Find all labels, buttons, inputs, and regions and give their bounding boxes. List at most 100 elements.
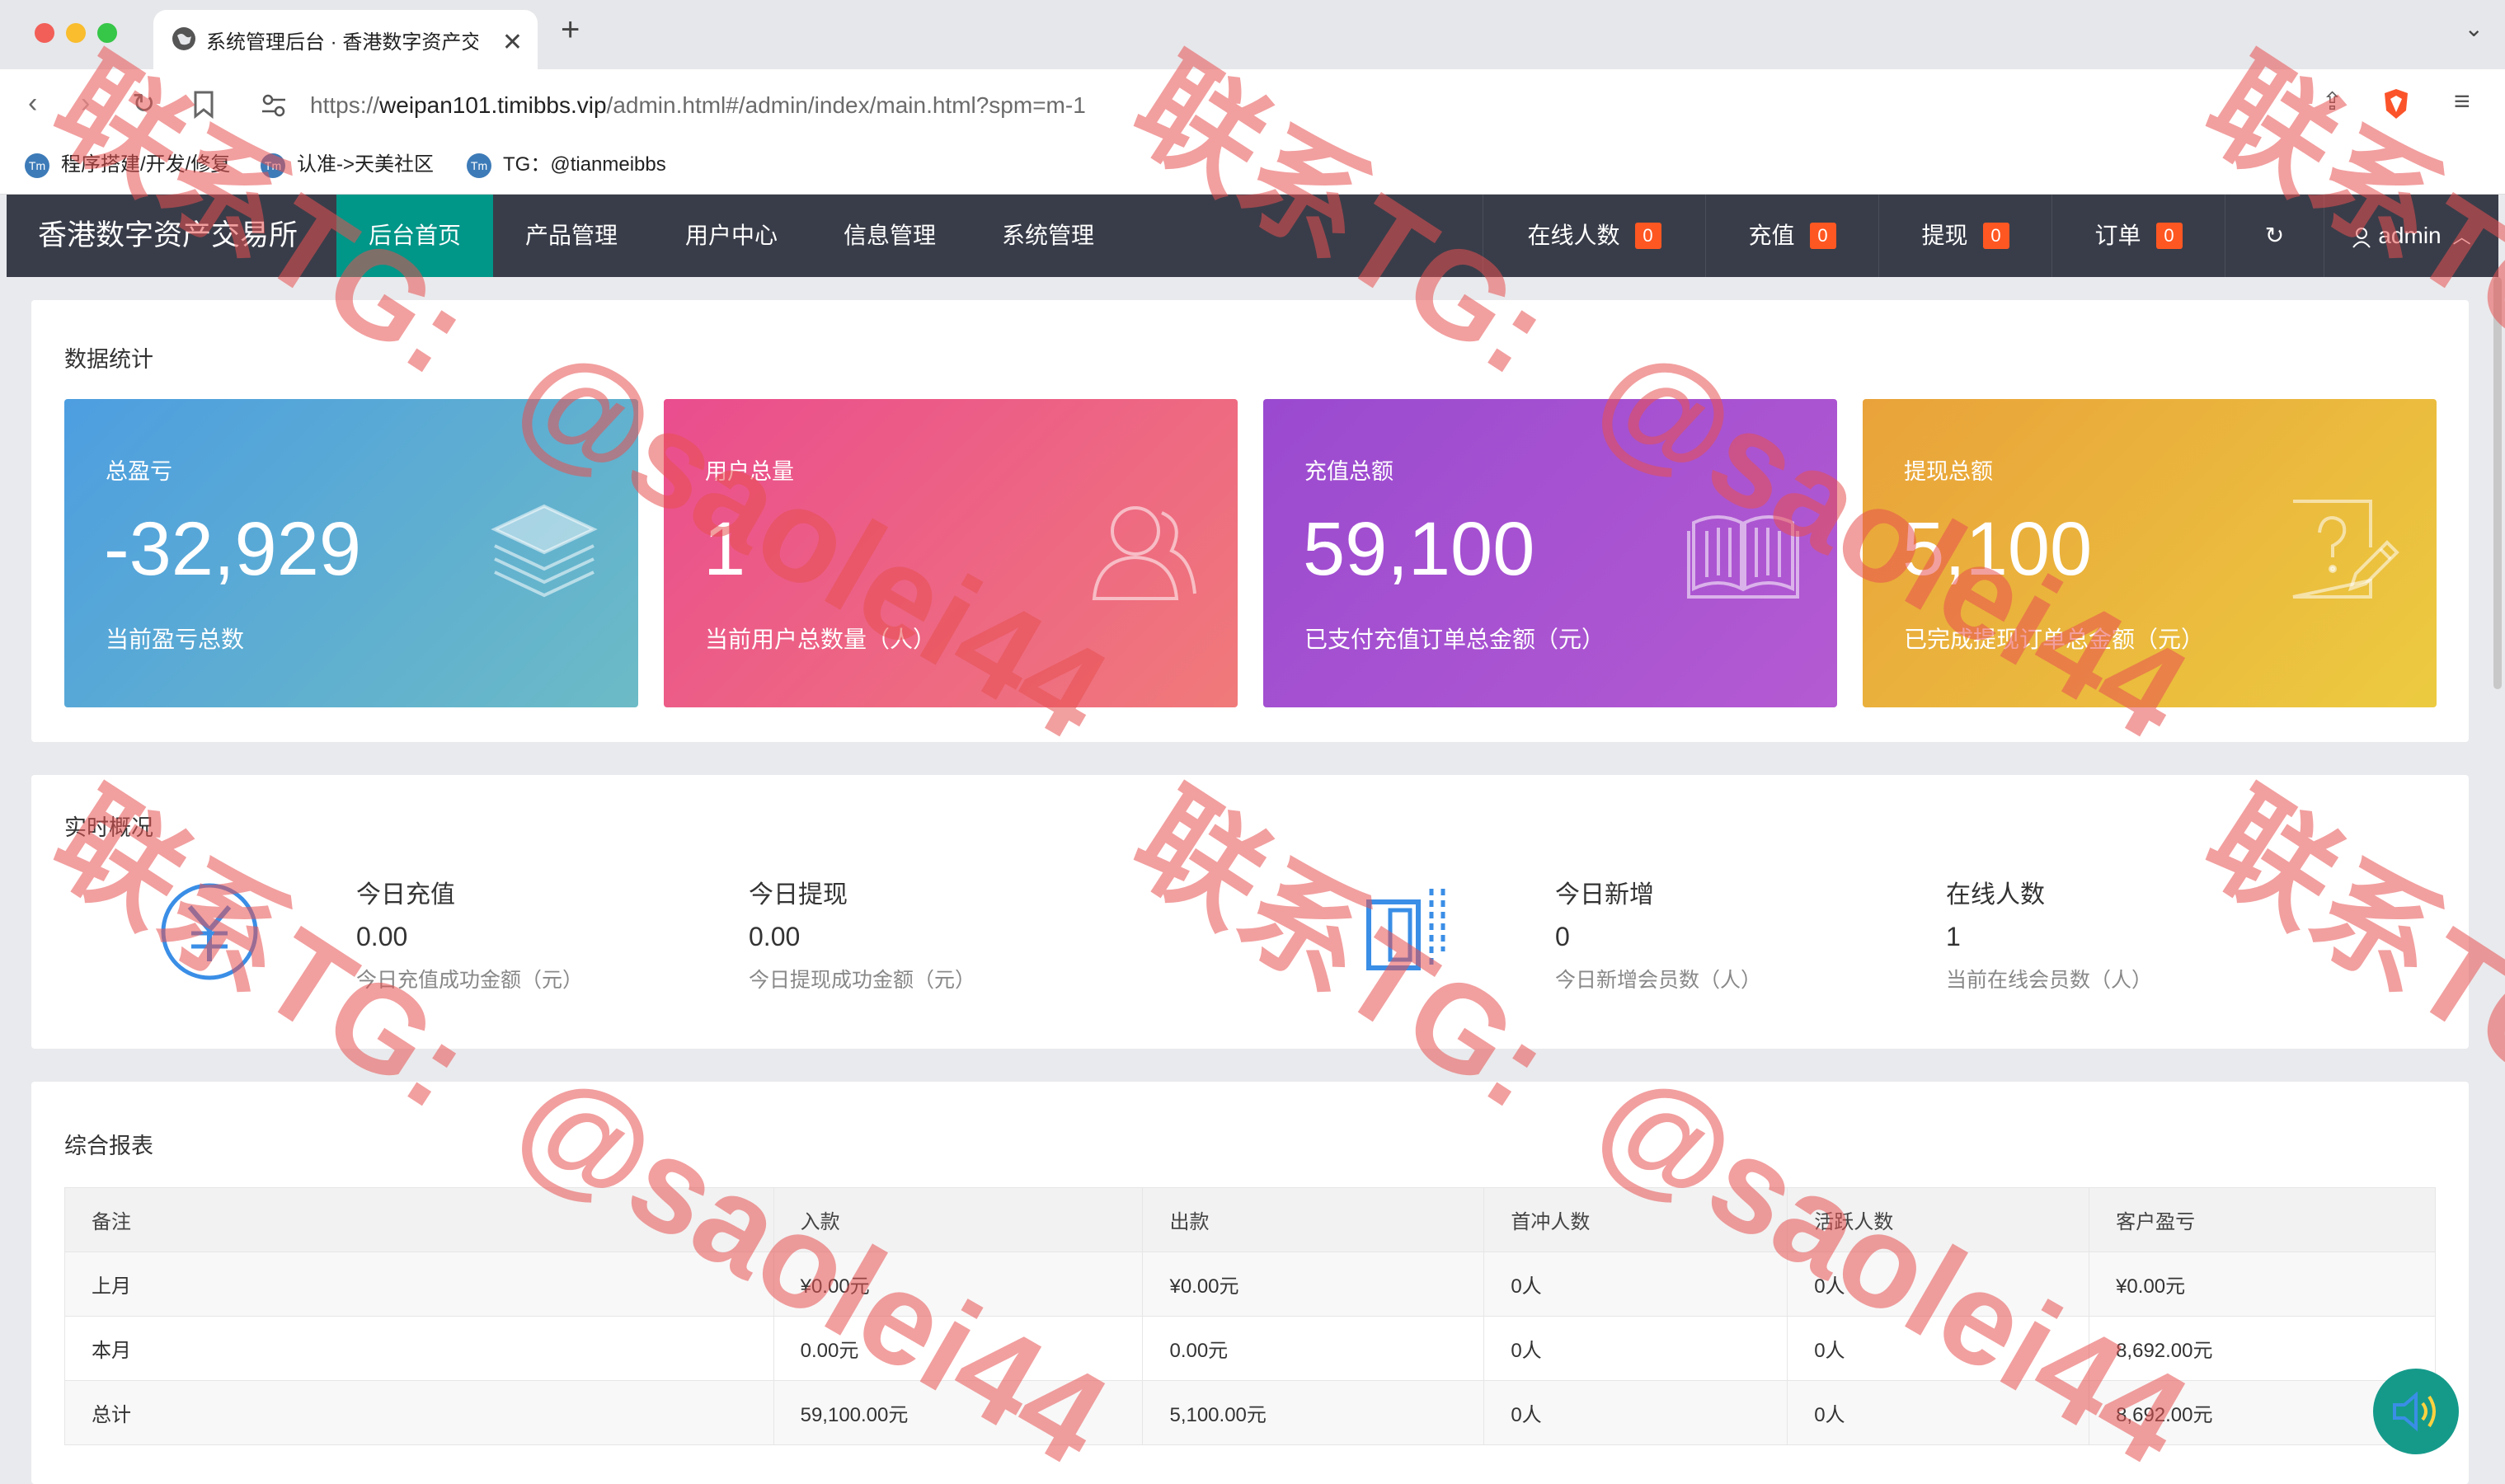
table-cell: 0.00元 — [1142, 1316, 1485, 1381]
bookmark-item[interactable]: Tm TG：@tianmeibbs — [467, 142, 666, 188]
table-cell: 0人 — [1483, 1316, 1788, 1381]
table-cell: 上月 — [64, 1252, 774, 1317]
realtime-label: 今日新增 — [1555, 881, 1654, 909]
app-logo[interactable]: 香港数字资产交易所 — [38, 195, 298, 277]
column-header: 入款 — [773, 1187, 1144, 1252]
online-badge: 0 — [1634, 222, 1661, 249]
users-card[interactable]: 用户总量 1 当前用户总数量（人） — [664, 399, 1238, 707]
book-icon — [1687, 515, 1799, 599]
nav-system[interactable]: 系统管理 — [970, 195, 1126, 277]
table-cell: 5,100.00元 — [1142, 1380, 1485, 1445]
realtime-value: 0.00 — [749, 922, 801, 951]
menu-icon[interactable]: ≡ — [2454, 86, 2470, 118]
bookmark-item[interactable]: Tm 程序搭建/开发/修复 — [25, 142, 230, 188]
column-header: 活跃人数 — [1787, 1187, 2090, 1252]
realtime-label: 今日提现 — [749, 881, 848, 909]
table-cell: 0人 — [1787, 1380, 2090, 1445]
bookmark-item[interactable]: Tm 认准->天美社区 — [261, 142, 434, 188]
realtime-value: 0 — [1555, 922, 1570, 951]
nav-users[interactable]: 用户中心 — [653, 195, 810, 277]
users-icon — [1092, 506, 1196, 600]
tab-close-icon[interactable]: ✕ — [502, 10, 523, 76]
column-header: 客户盈亏 — [2089, 1187, 2436, 1252]
nav-products[interactable]: 产品管理 — [493, 195, 650, 277]
realtime-desc: 今日提现成功金额（元） — [749, 969, 976, 992]
url-field[interactable]: https://weipan101.timibbs.vip/admin.html… — [247, 79, 2441, 132]
realtime-desc: 今日新增会员数（人） — [1555, 969, 1762, 992]
table-cell: ¥0.00元 — [2089, 1252, 2436, 1317]
report-title: 综合报表 — [64, 1134, 153, 1158]
tianmei-icon: Tm — [261, 153, 285, 178]
table-row: 本月 0.00元 0.00元 0人 0人 8,692.00元 — [64, 1316, 2436, 1381]
report-table: 备注 入款 出款 首冲人数 活跃人数 客户盈亏 上月 ¥0.00元 ¥0.00元… — [64, 1187, 2436, 1445]
card-subtitle: 当前盈亏总数 — [106, 627, 245, 652]
table-cell: 0人 — [1787, 1316, 2090, 1381]
card-title: 提现总额 — [1904, 459, 1993, 484]
profit-card[interactable]: 总盈亏 -32,929 当前盈亏总数 — [64, 399, 638, 707]
column-header: 备注 — [64, 1187, 774, 1252]
online-count-link[interactable]: 在线人数 0 — [1483, 195, 1705, 277]
stats-title: 数据统计 — [64, 347, 153, 372]
report-panel: 综合报表 备注 入款 出款 首冲人数 活跃人数 客户盈亏 上月 ¥0.00元 ¥… — [31, 1082, 2469, 1484]
table-cell: ¥0.00元 — [773, 1252, 1144, 1317]
realtime-label: 今日充值 — [356, 881, 455, 909]
table-cell: ¥0.00元 — [1142, 1252, 1485, 1317]
realtime-desc: 当前在线会员数（人） — [1946, 969, 2153, 992]
realtime-label: 在线人数 — [1946, 881, 2045, 909]
brave-shield-icon[interactable] — [2381, 87, 2411, 120]
withdraw-link[interactable]: 提现 0 — [1878, 195, 2051, 277]
window-zoom-button[interactable] — [97, 23, 117, 43]
member-card-icon — [1366, 889, 1445, 970]
table-cell: 总计 — [64, 1380, 774, 1445]
reload-icon[interactable]: ↻ — [132, 87, 156, 120]
table-cell: 8,692.00元 — [2089, 1316, 2436, 1381]
window-close-button[interactable] — [35, 23, 54, 43]
card-title: 充值总额 — [1304, 459, 1393, 484]
site-settings-icon[interactable] — [261, 92, 287, 119]
table-cell: 59,100.00元 — [773, 1380, 1144, 1445]
orders-link[interactable]: 订单 0 — [2051, 195, 2225, 277]
card-value: -32,929 — [104, 507, 362, 591]
recharge-card[interactable]: 充值总额 59,100 已支付充值订单总金额（元） — [1263, 399, 1837, 707]
today-withdraw: 今日提现 0.00 今日提现成功金额（元） — [749, 874, 975, 993]
chevron-down-icon[interactable]: ⌄ — [2465, 15, 2484, 42]
online-members: 在线人数 1 当前在线会员数（人） — [1946, 874, 2152, 993]
browser-tab[interactable]: 系统管理后台 · 香港数字资产交 ✕ — [153, 10, 538, 69]
card-title: 总盈亏 — [106, 459, 172, 484]
withdraw-card[interactable]: 提现总额 5,100 已完成提现订单总金额（元） — [1863, 399, 2437, 707]
table-cell: 0人 — [1483, 1380, 1788, 1445]
browser-tabbar: 系统管理后台 · 香港数字资产交 ✕ + ⌄ — [0, 0, 2505, 69]
refresh-icon[interactable]: ↻ — [2225, 195, 2324, 277]
layers-icon — [491, 504, 598, 598]
share-icon[interactable]: ⇪ — [2322, 87, 2343, 116]
bookmarks-bar: Tm 程序搭建/开发/修复 Tm 认准->天美社区 Tm TG：@tianmeibbs — [0, 142, 2505, 195]
nav-messages[interactable]: 信息管理 — [811, 195, 968, 277]
sound-toggle-button[interactable] — [2373, 1369, 2459, 1454]
forward-icon[interactable]: › — [81, 87, 90, 120]
bookmark-icon[interactable] — [193, 91, 214, 119]
window-minimize-button[interactable] — [66, 23, 86, 43]
card-value: 1 — [703, 507, 746, 591]
help-doc-icon — [2292, 500, 2399, 599]
recharge-badge: 0 — [1809, 222, 1836, 249]
globe-icon — [172, 27, 195, 50]
table-cell: 本月 — [64, 1316, 774, 1381]
tab-title: 系统管理后台 · 香港数字资产交 — [206, 31, 478, 54]
card-subtitle: 已支付充值订单总金额（元） — [1304, 627, 1605, 652]
withdraw-badge: 0 — [1982, 222, 2009, 249]
tianmei-icon: Tm — [467, 153, 491, 178]
today-recharge: 今日充值 0.00 今日充值成功金额（元） — [356, 874, 583, 993]
column-header: 出款 — [1142, 1187, 1485, 1252]
orders-badge: 0 — [2155, 222, 2183, 249]
table-cell: 0人 — [1787, 1252, 2090, 1317]
back-icon[interactable]: ‹ — [28, 87, 37, 120]
page-scrollbar[interactable] — [2493, 277, 2502, 689]
user-menu[interactable]: admin ︿ — [2324, 195, 2498, 277]
table-cell: 0.00元 — [773, 1316, 1144, 1381]
address-bar: ‹ › ↻ https://weipan101.timibbs.vip/admi… — [0, 69, 2505, 142]
table-header-row: 备注 入款 出款 首冲人数 活跃人数 客户盈亏 — [64, 1187, 2436, 1252]
card-value: 5,100 — [1902, 507, 2093, 591]
recharge-link[interactable]: 充值 0 — [1705, 195, 1878, 277]
nav-home[interactable]: 后台首页 — [336, 195, 493, 277]
new-tab-icon[interactable]: + — [561, 12, 580, 49]
